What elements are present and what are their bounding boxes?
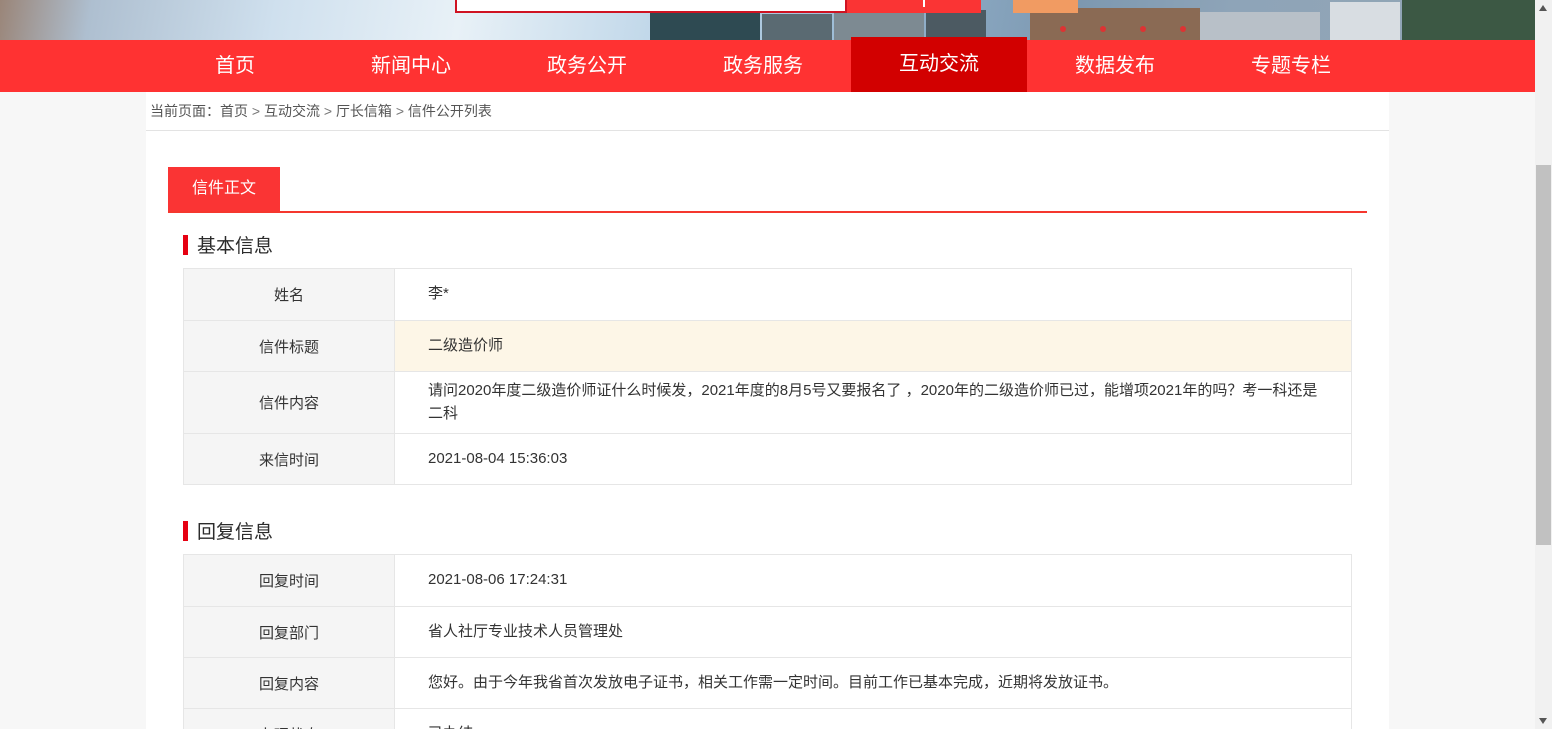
table-row: 来信时间 2021-08-04 15:36:03 xyxy=(184,433,1351,484)
row-value: 请问2020年度二级造价师证什么时候发，2021年度的8月5号又要报名了 ，20… xyxy=(395,372,1351,433)
basic-info-table: 姓名 李* 信件标题 二级造价师 信件内容 请问2020年度二级造价师证什么时候… xyxy=(183,268,1352,485)
tab-bar: 信件正文 xyxy=(168,167,1367,213)
search-input[interactable] xyxy=(455,0,847,13)
nav-item-topics[interactable]: 专题专栏 xyxy=(1203,40,1379,92)
banner-building xyxy=(1330,2,1400,40)
banner-trees xyxy=(1402,0,1535,40)
promo-button[interactable] xyxy=(1013,0,1078,13)
header-photo xyxy=(0,0,1535,40)
breadcrumb-separator: > xyxy=(320,103,336,119)
table-row: 信件内容 请问2020年度二级造价师证什么时候发，2021年度的8月5号又要报名… xyxy=(184,371,1351,433)
row-label: 回复时间 xyxy=(184,555,395,606)
breadcrumb-letter-list-link[interactable]: 信件公开列表 xyxy=(408,103,492,119)
row-value: 二级造价师 xyxy=(395,321,1351,371)
nav-item-data[interactable]: 数据发布 xyxy=(1027,40,1203,92)
row-label: 办理状态 xyxy=(184,709,395,729)
main-nav: 首页 新闻中心 政务公开 政务服务 互动交流 数据发布 专题专栏 xyxy=(0,40,1535,92)
search-cursor-mark xyxy=(923,0,925,7)
lantern-decoration xyxy=(1100,26,1106,32)
section-title-basic-info: 基本信息 xyxy=(183,231,1389,258)
nav-item-interaction[interactable]: 互动交流 xyxy=(851,37,1027,92)
scroll-up-icon[interactable] xyxy=(1535,0,1552,15)
table-row: 回复时间 2021-08-06 17:24:31 xyxy=(184,555,1351,606)
lantern-decoration xyxy=(1140,26,1146,32)
accent-bar-icon xyxy=(183,521,188,541)
nav-item-home[interactable]: 首页 xyxy=(147,40,323,92)
row-label: 信件内容 xyxy=(184,372,395,433)
row-label: 信件标题 xyxy=(184,321,395,371)
section-title-text: 回复信息 xyxy=(197,517,273,544)
search-button[interactable] xyxy=(847,0,981,13)
accent-bar-icon xyxy=(183,235,188,255)
row-label: 姓名 xyxy=(184,269,395,320)
reply-info-table: 回复时间 2021-08-06 17:24:31 回复部门 省人社厅专业技术人员… xyxy=(183,554,1352,729)
row-label: 回复部门 xyxy=(184,607,395,657)
nav-item-news[interactable]: 新闻中心 xyxy=(323,40,499,92)
breadcrumb-separator: > xyxy=(248,103,264,119)
row-value: 省人社厅专业技术人员管理处 xyxy=(395,607,1351,657)
banner-building xyxy=(762,14,832,40)
tab-letter-body[interactable]: 信件正文 xyxy=(168,167,280,211)
lantern-decoration xyxy=(1180,26,1186,32)
content-panel: 当前页面：首页 > 互动交流 > 厅长信箱 > 信件公开列表 信件正文 基本信息… xyxy=(146,92,1389,729)
row-label: 来信时间 xyxy=(184,434,395,484)
breadcrumb-mailbox-link[interactable]: 厅长信箱 xyxy=(336,103,392,119)
breadcrumb-prefix: 当前页面： xyxy=(150,103,220,119)
scrollbar-thumb[interactable] xyxy=(1536,165,1551,545)
banner-building xyxy=(1200,12,1320,40)
breadcrumb-home-link[interactable]: 首页 xyxy=(220,103,248,119)
table-row: 回复内容 您好。由于今年我省首次发放电子证书，相关工作需一定时间。目前工作已基本… xyxy=(184,657,1351,708)
banner-building xyxy=(926,10,986,40)
row-value: 李* xyxy=(395,269,1351,320)
section-title-reply-info: 回复信息 xyxy=(183,517,1389,544)
row-value: 2021-08-06 17:24:31 xyxy=(395,555,1351,606)
table-row: 姓名 李* xyxy=(184,269,1351,320)
lantern-decoration xyxy=(1060,26,1066,32)
table-row: 回复部门 省人社厅专业技术人员管理处 xyxy=(184,606,1351,657)
breadcrumb-separator: > xyxy=(392,103,408,119)
nav-item-gov-service[interactable]: 政务服务 xyxy=(675,40,851,92)
row-value: 您好。由于今年我省首次发放电子证书，相关工作需一定时间。目前工作已基本完成，近期… xyxy=(395,658,1351,708)
table-row: 办理状态 已办结 xyxy=(184,708,1351,729)
row-value: 2021-08-04 15:36:03 xyxy=(395,434,1351,484)
row-label: 回复内容 xyxy=(184,658,395,708)
breadcrumb: 当前页面：首页 > 互动交流 > 厅长信箱 > 信件公开列表 xyxy=(146,92,1389,131)
scroll-down-icon[interactable] xyxy=(1535,714,1552,729)
vertical-scrollbar[interactable] xyxy=(1535,0,1552,729)
section-title-text: 基本信息 xyxy=(197,231,273,258)
table-row: 信件标题 二级造价师 xyxy=(184,320,1351,371)
breadcrumb-interaction-link[interactable]: 互动交流 xyxy=(264,103,320,119)
row-value: 已办结 xyxy=(395,709,1351,729)
nav-item-gov-info[interactable]: 政务公开 xyxy=(499,40,675,92)
